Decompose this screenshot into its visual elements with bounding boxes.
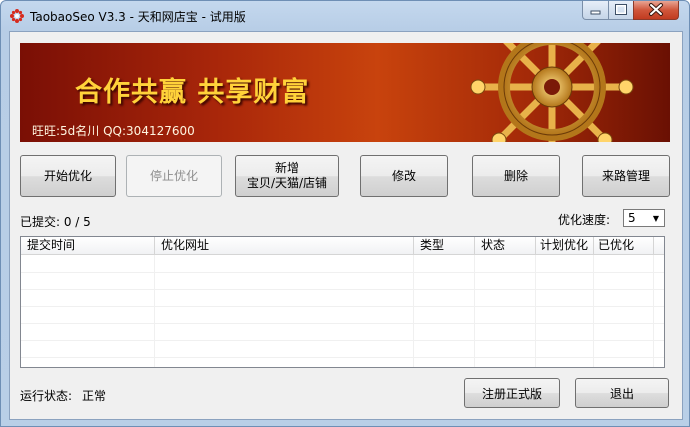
column-type[interactable]: 类型: [414, 237, 475, 255]
column-filler: [654, 237, 664, 255]
app-window: TaobaoSeo V3.3 - 天和网店宝 - 试用版 合作共赢 共享财富 旺…: [0, 0, 690, 427]
grid-line: [21, 340, 664, 341]
grid-line: [21, 323, 664, 324]
column-status[interactable]: 状态: [475, 237, 536, 255]
stop-optimize-button[interactable]: 停止优化: [126, 155, 222, 197]
minimize-icon: [590, 10, 601, 15]
register-button[interactable]: 注册正式版: [464, 378, 560, 408]
column-submit-time[interactable]: 提交时间: [21, 237, 155, 255]
column-planned[interactable]: 计划优化: [536, 237, 594, 255]
delete-button[interactable]: 删除: [472, 155, 560, 197]
run-status-value: 正常: [82, 389, 107, 403]
chevron-down-icon[interactable]: ▼: [648, 210, 664, 226]
add-item-label-line1: 新增: [274, 161, 299, 175]
speed-label: 优化速度:: [558, 213, 611, 227]
close-button[interactable]: [633, 1, 679, 20]
maximize-icon: [615, 4, 627, 15]
client-area: 合作共赢 共享财富 旺旺:5d名川 QQ:304127600 开始优化 停止优化…: [9, 31, 683, 420]
edit-button[interactable]: 修改: [360, 155, 448, 197]
task-list-header: 提交时间 优化网址 类型 状态 计划优化 已优化: [21, 237, 664, 255]
grid-line: [21, 272, 664, 273]
exit-button[interactable]: 退出: [575, 378, 669, 408]
maximize-button[interactable]: [608, 1, 634, 20]
app-logo-icon: [10, 9, 24, 23]
window-title: TaobaoSeo V3.3 - 天和网店宝 - 试用版: [30, 10, 246, 24]
banner-slogan: 合作共赢 共享财富: [75, 77, 310, 108]
run-status-label: 运行状态:: [20, 389, 73, 403]
source-manage-button[interactable]: 来路管理: [582, 155, 670, 197]
speed-select[interactable]: 5 ▼: [623, 209, 665, 227]
promo-banner: 合作共赢 共享财富 旺旺:5d名川 QQ:304127600: [20, 43, 670, 142]
dharma-wheel-icon: [470, 43, 634, 142]
add-item-label-line2: 宝贝/天猫/店铺: [246, 176, 328, 190]
column-done[interactable]: 已优化: [594, 237, 654, 255]
grid-line: [21, 289, 664, 290]
speed-value: 5: [628, 211, 636, 225]
start-optimize-button[interactable]: 开始优化: [20, 155, 116, 197]
grid-line: [21, 306, 664, 307]
column-url[interactable]: 优化网址: [155, 237, 414, 255]
minimize-button[interactable]: [582, 1, 609, 20]
submitted-count: 已提交: 0 / 5: [20, 215, 91, 229]
title-bar[interactable]: TaobaoSeo V3.3 - 天和网店宝 - 试用版: [1, 1, 689, 31]
add-item-button[interactable]: 新增 宝贝/天猫/店铺: [235, 155, 339, 197]
banner-contact: 旺旺:5d名川 QQ:304127600: [32, 124, 195, 138]
grid-line: [21, 357, 664, 358]
close-icon: [649, 3, 663, 16]
task-list[interactable]: 提交时间 优化网址 类型 状态 计划优化 已优化: [20, 236, 665, 368]
